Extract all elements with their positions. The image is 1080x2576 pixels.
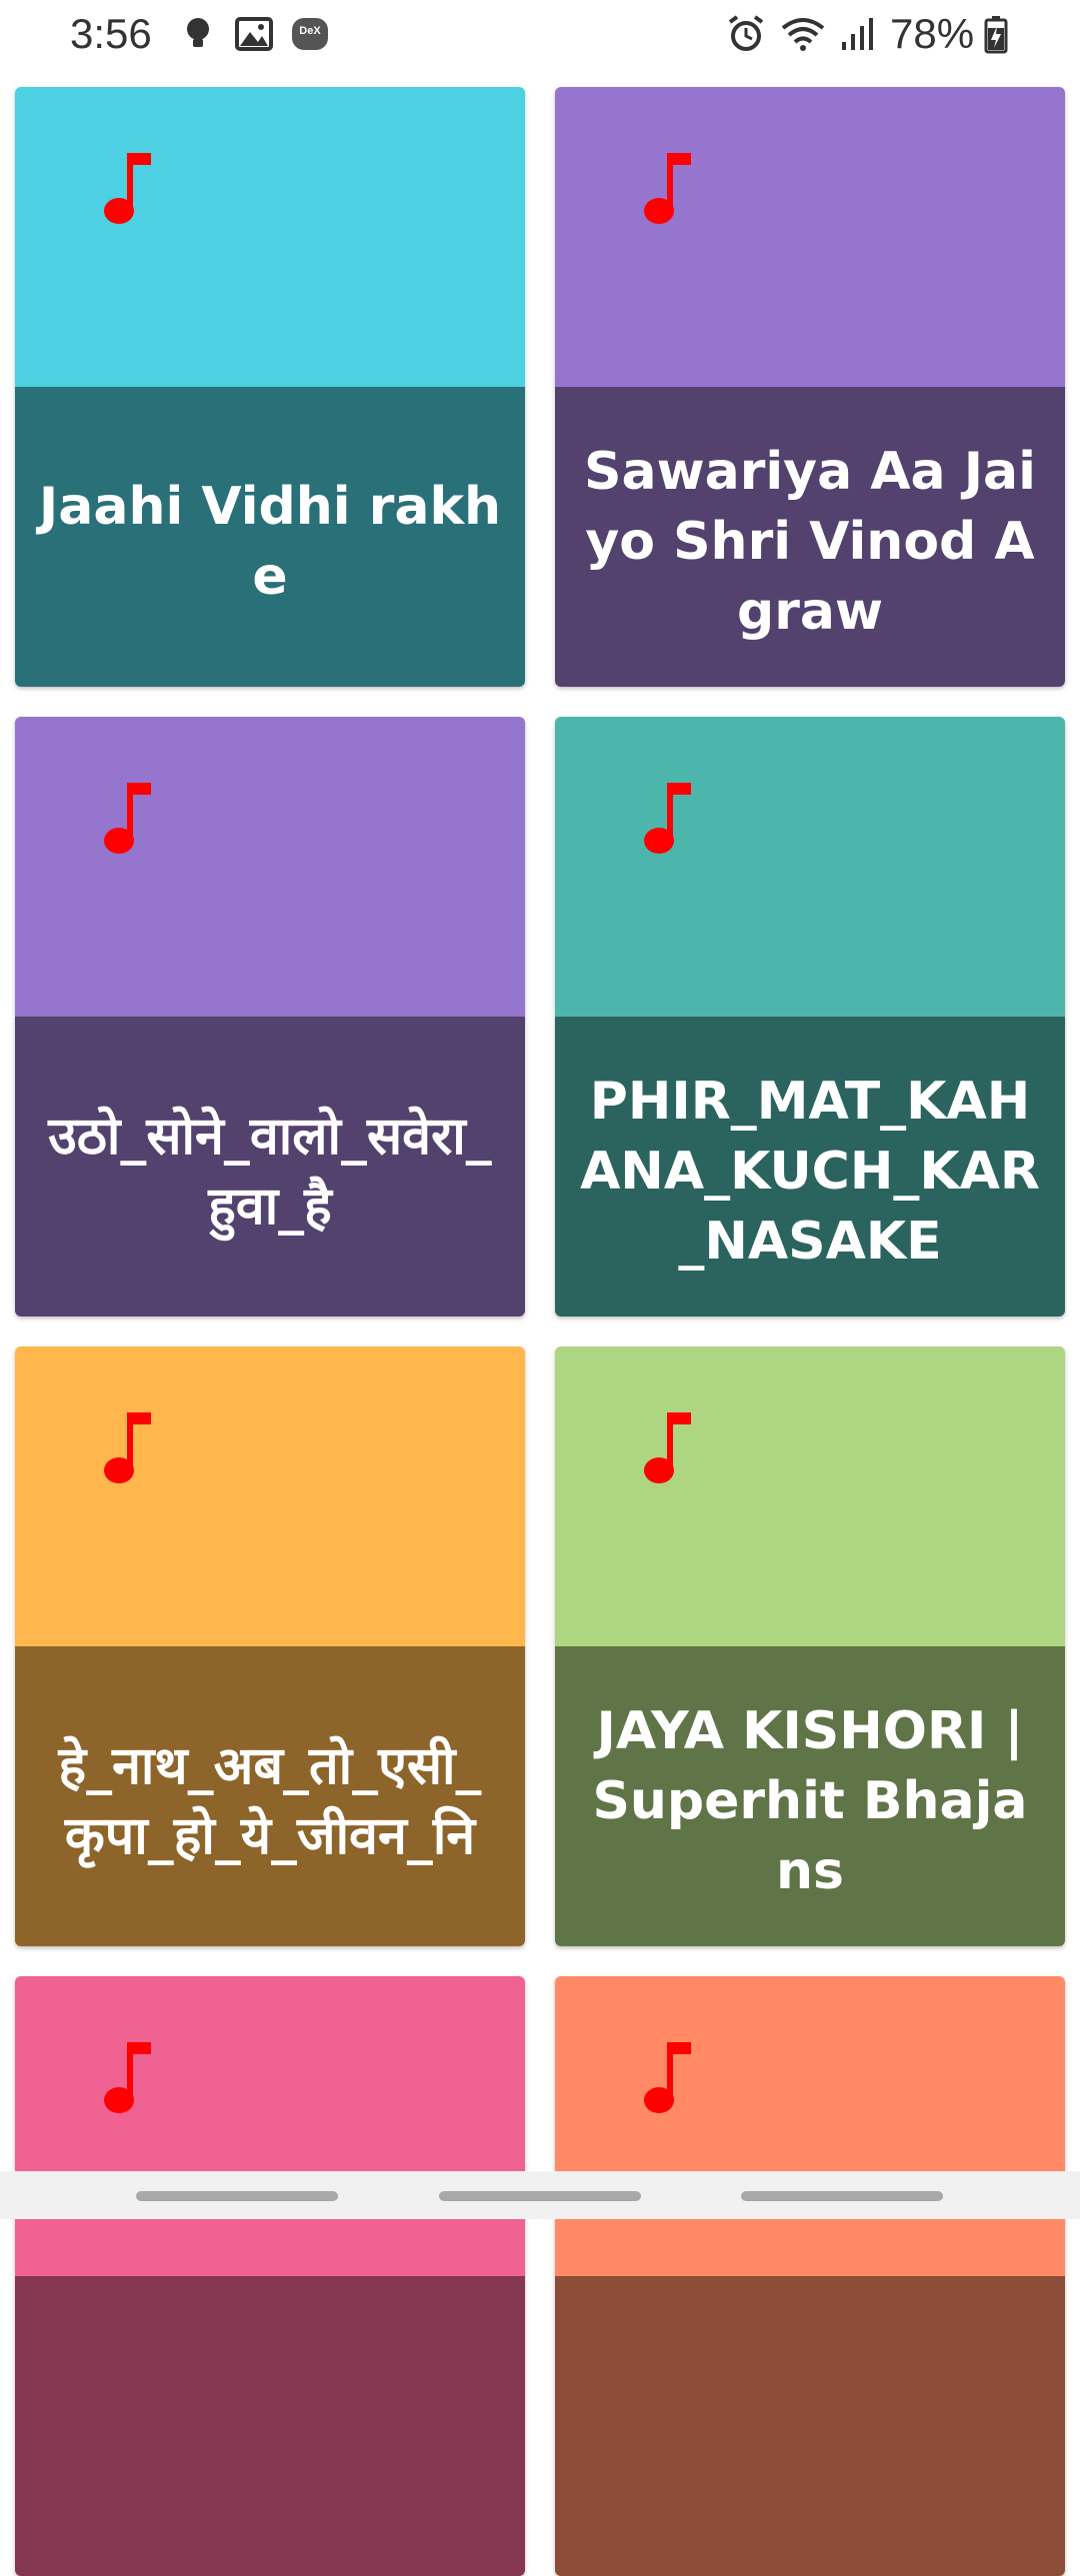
song-title: PHIR_MAT_KAHANA_KUCH_KAR_NASAKE [580,1072,1040,1272]
card-bottom: Sawariya Aa Jaiyo Shri Vinod Agraw [555,387,1065,687]
music-note-icon [639,779,695,859]
song-card[interactable]: Jaahi Vidhi rakhe [15,87,525,687]
music-note-icon [99,1408,155,1488]
music-note-icon [639,1408,695,1488]
card-bottom [555,2276,1065,2576]
card-top [15,1346,525,1646]
card-top [555,1976,1065,2276]
song-card[interactable]: उठो_सोने_वालो_सवेरा_हुवा_है [15,717,525,1316]
song-title: Sawariya Aa Jaiyo Shri Vinod Agraw [584,442,1036,642]
song-card[interactable]: Sawariya Aa Jaiyo Shri Vinod Agraw [555,87,1065,687]
music-note-icon [639,149,695,229]
back-button[interactable] [741,2191,943,2201]
card-bottom: Jaahi Vidhi rakhe [15,387,525,687]
song-title: Jaahi Vidhi rakhe [38,477,502,607]
song-title: उठो_सोने_वालो_सवेरा_हुवा_है [48,1107,492,1237]
home-button[interactable] [439,2191,641,2201]
card-top [15,1976,525,2276]
card-top [555,717,1065,1017]
music-note-icon [99,149,155,229]
music-note-icon [99,2038,155,2118]
card-top [555,87,1065,387]
song-card[interactable]: PHIR_MAT_KAHANA_KUCH_KAR_NASAKE [555,717,1065,1316]
card-top [15,87,525,387]
card-bottom: हे_नाथ_अब_तो_एसी_कृपा_हो_ये_जीवन_नि [15,1646,525,1946]
song-title: JAYA KISHORI | Superhit Bhajans [592,1701,1028,1901]
card-bottom: उठो_सोने_वालो_सवेरा_हुवा_है [15,1017,525,1316]
song-card[interactable]: हे_नाथ_अब_तो_एसी_कृपा_हो_ये_जीवन_नि [15,1346,525,1946]
card-bottom: JAYA KISHORI | Superhit Bhajans [555,1646,1065,1946]
card-bottom: PHIR_MAT_KAHANA_KUCH_KAR_NASAKE [555,1017,1065,1316]
song-card[interactable] [15,1976,525,2576]
song-grid: Jaahi Vidhi rakhe Sawariya Aa Jaiyo Shri… [0,0,1080,2576]
music-note-icon [639,2038,695,2118]
music-note-icon [99,779,155,859]
song-title: हे_नाथ_अब_तो_एसी_कृपा_हो_ये_जीवन_नि [58,1736,482,1866]
song-card[interactable]: JAYA KISHORI | Superhit Bhajans [555,1346,1065,1946]
card-top [15,717,525,1017]
recents-button[interactable] [136,2191,338,2201]
card-top [555,1346,1065,1646]
song-card[interactable] [555,1976,1065,2576]
system-nav-bar [0,2171,1080,2219]
card-bottom [15,2276,525,2576]
